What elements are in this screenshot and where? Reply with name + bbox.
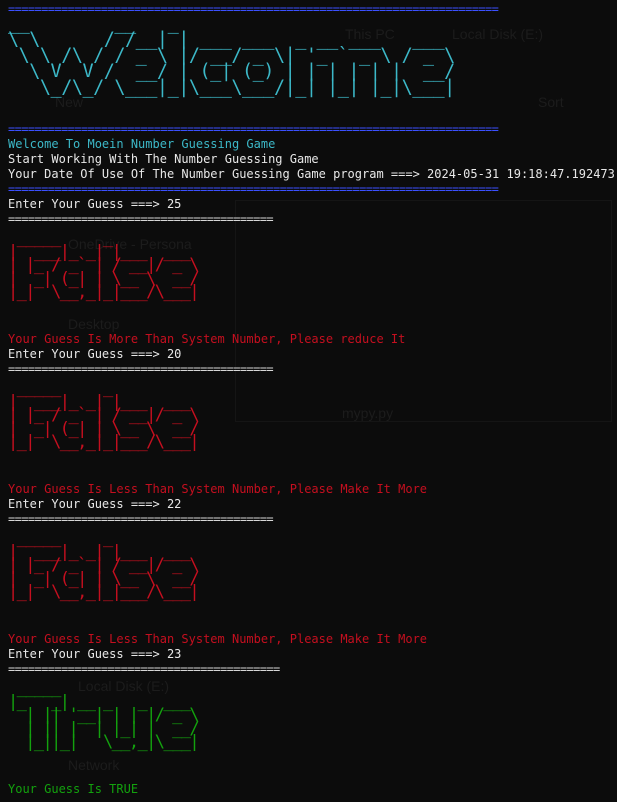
welcome-line: Welcome To Moein Number Guessing Game [8, 137, 276, 151]
ghost-sidebar-network: Network [68, 757, 120, 773]
start-line: Start Working With The Number Guessing G… [8, 152, 319, 166]
guess-separator: ======================================== [8, 212, 274, 226]
guess-separator: ======================================== [8, 362, 274, 376]
guess-feedback-message: Your Guess Is Less Than System Number, P… [8, 482, 428, 496]
ghost-sidebar-desktop: Desktop [68, 316, 120, 332]
banner-separator-middle: ========================================… [8, 122, 499, 136]
guess-success-message: Your Guess Is TRUE [8, 782, 139, 796]
false-ascii-art: _____ _ | ___|_ _| |___ ___ | |_ / _` | … [8, 378, 200, 452]
guess-feedback-message: Your Guess Is Less Than System Number, P… [8, 632, 428, 646]
ghost-sort-label: Sort [538, 94, 564, 110]
banner-separator-bottom: ========================================… [8, 182, 499, 196]
guess-prompt[interactable]: Enter Your Guess ===> 23 [8, 647, 181, 662]
false-ascii-art: _____ _ | ___|_ _| |___ ___ | |_ / _` | … [8, 228, 200, 302]
guess-prompt[interactable]: Enter Your Guess ===> 22 [8, 497, 181, 512]
ghost-file-pane [235, 200, 612, 422]
true-ascii-art: _____ |_ _| __ _ _ ___ | || '__| | | |/ … [8, 678, 200, 752]
date-line: Your Date Of Use Of The Number Guessing … [8, 167, 615, 181]
guess-prompt[interactable]: Enter Your Guess ===> 25 [8, 197, 181, 212]
guess-separator: ========================================… [8, 662, 280, 676]
ghost-breadcrumb-2: Local Disk (E:) [452, 26, 544, 42]
guess-feedback-message: Your Guess Is More Than System Number, P… [8, 332, 406, 346]
welcome-ascii-art: __ __ _ \ \ / /__| | ___ ___ _ __ ___ __… [8, 13, 455, 98]
guess-prompt[interactable]: Enter Your Guess ===> 20 [8, 347, 181, 362]
false-ascii-art: _____ _ | ___|_ _| |___ ___ | |_ / _` | … [8, 528, 200, 602]
guess-separator: ======================================== [8, 512, 274, 526]
terminal-window[interactable]: This PC Local Disk (E:) New Sort OneDriv… [0, 0, 617, 802]
